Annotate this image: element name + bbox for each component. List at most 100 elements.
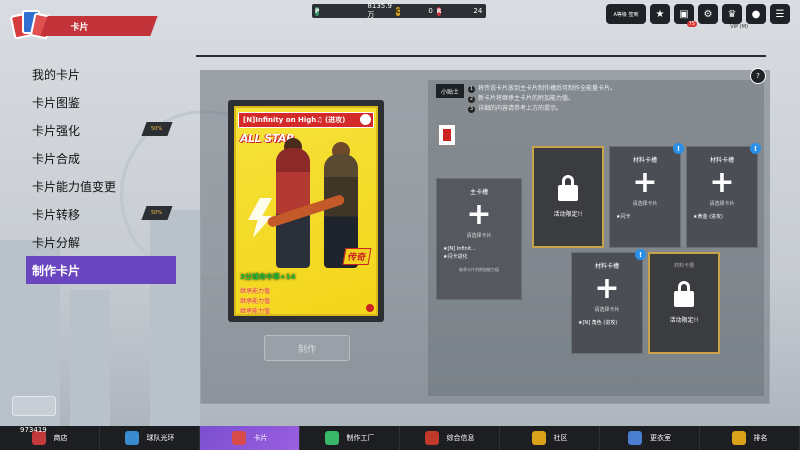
nav-item-icon xyxy=(231,431,246,445)
stream-logo xyxy=(12,396,56,416)
make-card-button[interactable]: 制作 xyxy=(264,335,350,361)
slot-detail: ★闪卡 xyxy=(616,214,631,220)
info-icon: ! xyxy=(635,249,646,260)
menu-item[interactable]: 卡片强化 50% xyxy=(26,116,176,144)
tip-line: 3 详细的内容请参考上方的提示。 xyxy=(468,105,563,113)
tip-line: 2 新卡片将继承主卡片的附加能力值。 xyxy=(468,95,575,103)
slot-title: 材料卡槽 xyxy=(709,157,734,164)
p-currency-icon: P xyxy=(315,6,320,16)
bottom-nav: 商店 球队光环 卡片 制作工厂 综合信息 社区 更衣室 排名 xyxy=(0,426,800,450)
slot-subtitle: 请选择卡片 xyxy=(594,307,620,313)
menu-item[interactable]: 卡片合成 xyxy=(26,144,176,172)
slot-detail: ★黄金 (进攻) xyxy=(693,214,723,220)
nav-item[interactable]: 制作工厂 xyxy=(300,426,400,450)
nav-item[interactable]: 综合信息 xyxy=(400,426,500,450)
material-slot[interactable]: ! 材料卡槽 + 请选择卡片 ★黄金 (进攻) xyxy=(686,143,761,248)
inherit-stat: 继承能力值 xyxy=(240,298,271,305)
menu-item-label: 卡片合成 xyxy=(32,151,81,166)
sign-in-button[interactable]: A等级 签到 xyxy=(606,4,646,24)
nav-item[interactable]: 更衣室 xyxy=(600,426,700,450)
tips-label: 小贴士 xyxy=(436,84,464,98)
inherit-stat: 继承能力值 xyxy=(240,288,271,295)
nav-item-label: 排名 xyxy=(753,434,768,442)
top-right-toolbar: A等级 签到 ★ ▣ 75 ⚙ ♛ ● ☰ xyxy=(606,4,790,27)
nav-item-label: 球队光环 xyxy=(146,434,175,442)
slot-subtitle: 请选择卡片 xyxy=(466,233,492,239)
settings-icon[interactable]: ⚙ xyxy=(698,4,718,24)
rarity-label: 传奇 xyxy=(342,248,372,265)
nav-item-icon xyxy=(531,431,546,445)
slot-detail: ★[N] 角色 (进攻) xyxy=(578,320,618,326)
slot-footnote: 继承卡片的附加能力值 xyxy=(459,267,499,272)
menu-item[interactable]: 制作卡片 xyxy=(26,256,176,284)
menu-item[interactable]: 我的卡片 xyxy=(26,60,176,88)
help-icon[interactable]: ? xyxy=(750,68,766,84)
card-title: [N]Infinity on High♫ (进攻) xyxy=(238,112,374,128)
selected-card[interactable]: [N]Infinity on High♫ (进攻) ALL STAR 传奇 3分… xyxy=(228,100,384,322)
nav-item[interactable]: 社区 xyxy=(500,426,600,450)
menu-item-label: 制作卡片 xyxy=(32,263,81,278)
nav-item-icon xyxy=(124,431,139,445)
c-currency-value: 0 xyxy=(428,7,433,15)
nav-item-label: 综合信息 xyxy=(446,434,475,442)
locked-slot: 活动限定!! xyxy=(532,146,604,248)
card-corner-icon xyxy=(366,304,374,312)
nav-item-icon xyxy=(628,431,642,445)
nav-item[interactable]: 卡片 xyxy=(200,426,300,450)
nav-item-icon xyxy=(424,431,439,445)
menu-item-label: 卡片能力值变更 xyxy=(32,179,117,194)
lock-icon xyxy=(558,174,578,201)
info-icon: ! xyxy=(673,143,684,154)
slot-subtitle: 请选择卡片 xyxy=(632,201,658,207)
material-slot[interactable]: ! 材料卡槽 + 请选择卡片 ★闪卡 xyxy=(609,143,684,248)
tips-list: 1 将传说卡片放到主卡片制作槽后可制作全能量卡片。 2 新卡片将继承主卡片的附加能力… xyxy=(468,84,758,114)
menu-item[interactable]: 卡片转移 50% xyxy=(26,200,176,228)
plus-icon: + xyxy=(632,165,658,200)
gift-icon[interactable]: ★ xyxy=(650,4,670,24)
menu-item[interactable]: 卡片能力值变更 xyxy=(26,172,176,200)
notification-icon[interactable]: ● xyxy=(746,4,766,24)
r-currency-icon: R xyxy=(436,6,442,16)
nav-item-label: 更衣室 xyxy=(650,434,671,442)
section-title: 卡片 xyxy=(70,23,89,33)
slot-subtitle: 请选择卡片 xyxy=(709,201,735,207)
menu-item[interactable]: 卡片图鉴 xyxy=(26,88,176,116)
slot-title: 材料卡槽 xyxy=(673,263,694,269)
slot-detail: ★[N] Infinit... ★闪卡进化 xyxy=(443,246,476,260)
locked-text: 活动限定!! xyxy=(553,210,583,218)
info-icon: ! xyxy=(750,143,761,154)
slot-title: 材料卡槽 xyxy=(632,157,657,164)
nav-item-icon xyxy=(324,431,339,445)
nav-item[interactable]: 排名 xyxy=(700,426,800,450)
nav-item-label: 制作工厂 xyxy=(346,434,375,442)
user-id: 973419 xyxy=(20,426,47,434)
slot-title: 材料卡槽 xyxy=(594,263,619,270)
card-filter-icon[interactable] xyxy=(437,123,457,147)
slot-title: 主卡槽 xyxy=(469,189,488,196)
nav-item[interactable]: 球队光环 xyxy=(100,426,200,450)
vip-icon[interactable]: ♛ xyxy=(722,4,742,24)
r-currency-value: 24 xyxy=(473,7,483,15)
locked-slot: 材料卡槽 活动限定!! xyxy=(648,252,720,354)
nav-item-icon xyxy=(731,431,746,445)
lock-icon xyxy=(674,280,694,307)
card-stat: 3分球命中率+14 xyxy=(240,273,296,281)
menu-item-label: 卡片分解 xyxy=(32,235,81,250)
c-currency-icon: C xyxy=(395,6,401,16)
main-card-slot[interactable]: 主卡槽 + 请选择卡片 ★[N] Infinit... ★闪卡进化 继承卡片的附… xyxy=(436,178,522,300)
bag-icon[interactable]: ▣ 75 xyxy=(674,4,697,27)
card-face: [N]Infinity on High♫ (进攻) ALL STAR 传奇 3分… xyxy=(234,106,378,316)
p-currency-value: 8135.9万 xyxy=(367,2,392,19)
menu-icon[interactable]: ☰ xyxy=(770,4,790,24)
plus-icon: + xyxy=(466,197,492,232)
nav-item[interactable]: 商店 xyxy=(0,426,100,450)
nav-item-label: 卡片 xyxy=(253,434,268,442)
material-slot[interactable]: ! 材料卡槽 + 请选择卡片 ★[N] 角色 (进攻) xyxy=(571,249,646,354)
locked-text: 活动限定!! xyxy=(669,316,699,324)
card-menu: 我的卡片卡片图鉴 卡片强化 50% 卡片合成卡片能力值变更 卡片转移 50% 卡片分解制作卡… xyxy=(26,60,176,284)
menu-item-label: 卡片转移 xyxy=(32,207,81,222)
plus-icon: + xyxy=(594,271,620,306)
menu-item-label: 我的卡片 xyxy=(32,67,81,82)
discount-badge: 50% xyxy=(141,206,173,220)
menu-item[interactable]: 卡片分解 xyxy=(26,228,176,256)
